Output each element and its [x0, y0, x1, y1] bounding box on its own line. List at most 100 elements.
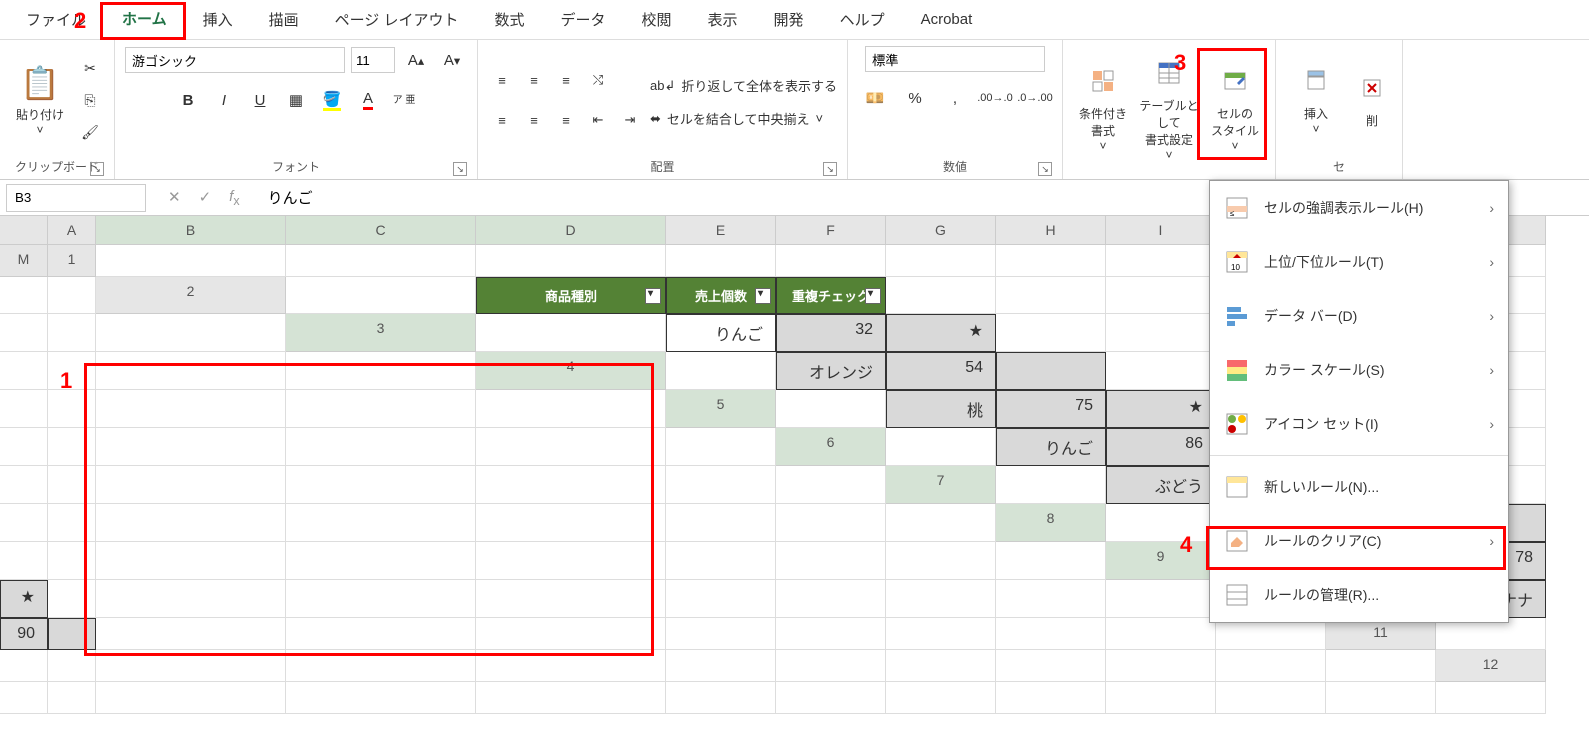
cell[interactable] — [666, 466, 776, 504]
tab-page-layout[interactable]: ページ レイアウト — [319, 1, 475, 38]
table-header-cell[interactable]: 売上個数 — [666, 277, 776, 314]
cell[interactable] — [1106, 618, 1216, 650]
cell[interactable] — [996, 245, 1106, 277]
row-header[interactable]: 9 — [1106, 542, 1216, 580]
cell[interactable] — [996, 542, 1106, 580]
cut-button[interactable]: ✂ — [76, 56, 104, 80]
tab-acrobat[interactable]: Acrobat — [905, 3, 989, 36]
cell[interactable] — [1106, 245, 1216, 277]
table-cell[interactable]: ぶどう — [1106, 466, 1216, 504]
table-cell[interactable]: 桃 — [886, 390, 996, 428]
cell[interactable] — [0, 682, 48, 714]
cell[interactable] — [476, 428, 666, 466]
table-cell[interactable]: りんご — [996, 428, 1106, 466]
cell[interactable] — [1106, 277, 1216, 314]
cell[interactable] — [96, 314, 286, 352]
row-header[interactable]: 3 — [286, 314, 476, 352]
cell[interactable] — [886, 504, 996, 542]
cell[interactable] — [886, 245, 996, 277]
increase-decimal-button[interactable]: .00→.0 — [978, 84, 1012, 112]
align-center-button[interactable]: ≡ — [520, 106, 548, 134]
insert-function-button[interactable]: fx — [229, 188, 239, 208]
cell-styles-button[interactable]: セルの スタイル ˅ — [1205, 59, 1265, 159]
cell[interactable] — [886, 650, 996, 682]
cell[interactable] — [886, 580, 996, 618]
format-as-table-button[interactable]: テーブルとして 書式設定 ˅ — [1139, 59, 1199, 159]
table-cell[interactable]: 54 — [886, 352, 996, 390]
cell[interactable] — [996, 466, 1106, 504]
column-header[interactable]: F — [776, 216, 886, 245]
number-format-select[interactable] — [865, 46, 1045, 72]
copy-button[interactable]: ⎘ — [76, 88, 104, 112]
cell[interactable] — [666, 542, 776, 580]
cf-icon-sets-item[interactable]: アイコン セット(I) › — [1210, 397, 1508, 451]
column-header[interactable]: A — [48, 216, 96, 245]
font-name-input[interactable] — [125, 47, 345, 73]
cell[interactable] — [776, 618, 886, 650]
cell[interactable] — [776, 650, 886, 682]
cancel-formula-button[interactable]: ✕ — [168, 188, 181, 208]
column-header[interactable]: G — [886, 216, 996, 245]
table-cell[interactable]: 32 — [776, 314, 886, 352]
fill-color-button[interactable]: 🪣 — [317, 86, 347, 114]
cell[interactable] — [996, 618, 1106, 650]
orientation-button[interactable]: ⤭ — [584, 66, 612, 94]
cell[interactable] — [96, 542, 286, 580]
cell[interactable] — [1106, 314, 1216, 352]
cell[interactable] — [48, 277, 96, 314]
insert-cells-button[interactable]: 挿入 ˅ — [1286, 50, 1346, 150]
tab-developer[interactable]: 開発 — [758, 1, 820, 38]
align-middle-button[interactable]: ≡ — [520, 66, 548, 94]
cell[interactable] — [1326, 682, 1436, 714]
cell[interactable] — [96, 618, 286, 650]
cell[interactable] — [48, 314, 96, 352]
align-left-button[interactable]: ≡ — [488, 106, 516, 134]
alignment-dialog-launcher[interactable]: ↘ — [823, 162, 837, 176]
column-header[interactable]: M — [0, 245, 48, 277]
cell[interactable] — [286, 352, 476, 390]
cell[interactable] — [96, 504, 286, 542]
cell[interactable] — [48, 682, 96, 714]
table-cell[interactable]: オレンジ — [776, 352, 886, 390]
font-color-button[interactable]: A — [353, 86, 383, 114]
cell[interactable] — [996, 682, 1106, 714]
cell[interactable] — [476, 650, 666, 682]
filter-dropdown-icon[interactable] — [865, 288, 881, 304]
wrap-text-button[interactable]: ab↲ 折り返して全体を表示する — [650, 76, 837, 95]
cell[interactable] — [1326, 650, 1436, 682]
tab-insert[interactable]: 挿入 — [187, 1, 249, 38]
cell[interactable] — [996, 314, 1106, 352]
cell[interactable] — [476, 466, 666, 504]
decrease-font-button[interactable]: A▾ — [437, 46, 467, 74]
cell[interactable] — [666, 650, 776, 682]
cell[interactable] — [96, 650, 286, 682]
select-all-corner[interactable] — [0, 216, 48, 245]
cell[interactable] — [0, 314, 48, 352]
border-button[interactable]: ▦ — [281, 86, 311, 114]
cell[interactable] — [996, 580, 1106, 618]
table-cell[interactable]: 90 — [0, 618, 48, 650]
table-cell[interactable]: 86 — [1106, 428, 1216, 466]
cell[interactable] — [666, 682, 776, 714]
italic-button[interactable]: I — [209, 86, 239, 114]
cell[interactable] — [776, 504, 886, 542]
tab-view[interactable]: 表示 — [692, 1, 754, 38]
cell[interactable] — [886, 542, 996, 580]
cell[interactable] — [286, 682, 476, 714]
cell[interactable] — [1106, 682, 1216, 714]
increase-font-button[interactable]: A▴ — [401, 46, 431, 74]
align-top-button[interactable]: ≡ — [488, 66, 516, 94]
cell[interactable] — [0, 428, 48, 466]
cell[interactable] — [0, 466, 48, 504]
cell[interactable] — [666, 580, 776, 618]
cell[interactable] — [1106, 580, 1216, 618]
cell[interactable] — [0, 542, 48, 580]
table-cell[interactable]: ★ — [1106, 390, 1216, 428]
cell[interactable] — [666, 504, 776, 542]
cell[interactable] — [96, 245, 286, 277]
clipboard-dialog-launcher[interactable]: ↘ — [90, 162, 104, 176]
cell[interactable] — [286, 618, 476, 650]
cf-top-bottom-item[interactable]: 10 上位/下位ルール(T) › — [1210, 235, 1508, 289]
phonetic-button[interactable]: ア 亜 — [389, 86, 419, 114]
cell[interactable] — [48, 504, 96, 542]
